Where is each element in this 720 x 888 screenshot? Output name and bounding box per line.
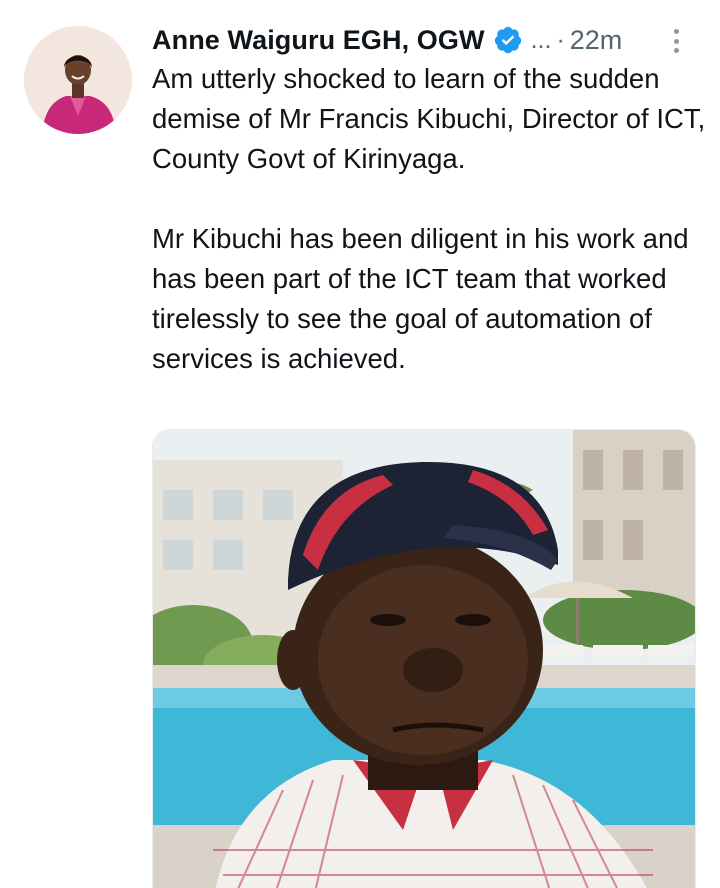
author-name[interactable]: Anne Waiguru EGH, OGW [152,25,485,56]
separator-dot: · [556,25,565,54]
tweet: Anne Waiguru EGH, OGW ... · 22m Am utter… [0,0,720,888]
tweet-paragraph-1: Am utterly shocked to learn of the sudde… [152,63,706,174]
tweet-header: Anne Waiguru EGH, OGW ... · 22m [152,22,692,58]
photo-image [153,430,695,888]
more-vertical-icon[interactable] [668,26,684,56]
tweet-text: Am utterly shocked to learn of the sudde… [152,59,712,379]
author-handle[interactable]: ... [531,26,552,55]
timestamp[interactable]: 22m [570,25,623,56]
verified-badge-icon [493,25,523,55]
avatar[interactable] [24,26,132,134]
tweet-photo[interactable] [152,429,696,888]
tweet-paragraph-2: Mr Kibuchi has been diligent in his work… [152,223,689,374]
avatar-image [24,26,132,134]
